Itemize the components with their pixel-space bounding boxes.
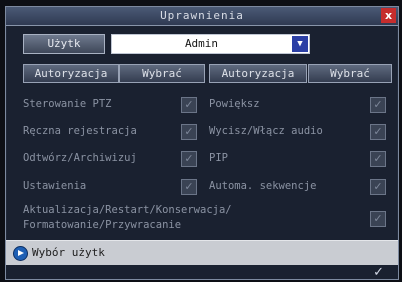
perm-checkbox-playback[interactable]: ✓ xyxy=(181,151,197,167)
ok-button[interactable]: ✓ xyxy=(373,265,384,280)
title-bar: Uprawnienia x xyxy=(6,7,398,26)
footer xyxy=(6,265,398,279)
perm-checkbox-maintenance[interactable]: ✓ xyxy=(370,211,386,227)
user-dropdown-value: Admin xyxy=(184,37,219,50)
info-arrow-icon xyxy=(13,246,28,261)
close-button[interactable]: x xyxy=(381,8,396,23)
perm-checkbox-ptz[interactable]: ✓ xyxy=(181,97,197,113)
dialog-title: Uprawnienia xyxy=(160,9,244,22)
perm-label-sequence: Automa. sekwencje xyxy=(209,180,317,192)
perm-label-maintenance-line1: Aktualizacja/Restart/Konserwacja/ xyxy=(23,204,232,216)
chevron-down-icon[interactable]: ▼ xyxy=(292,36,308,52)
user-dropdown[interactable]: Admin ▼ xyxy=(111,34,310,54)
perm-label-maintenance-line2: Formatowanie/Przywracanie xyxy=(23,219,182,231)
perm-checkbox-pip[interactable]: ✓ xyxy=(370,151,386,167)
perm-label-pip: PIP xyxy=(209,152,228,164)
user-button[interactable]: Użytk xyxy=(23,34,105,54)
perm-label-manual-record: Ręczna rejestracja xyxy=(23,125,137,137)
status-text: Wybór użytk xyxy=(32,246,105,259)
perm-checkbox-zoom[interactable]: ✓ xyxy=(370,97,386,113)
perm-checkbox-settings[interactable]: ✓ xyxy=(181,179,197,195)
select-all-button-left[interactable]: Wybrać xyxy=(119,64,205,83)
perm-label-settings: Ustawienia xyxy=(23,180,87,192)
perm-label-ptz: Sterowanie PTZ xyxy=(23,98,112,110)
perm-checkbox-manual-record[interactable]: ✓ xyxy=(181,124,197,140)
select-all-button-right[interactable]: Wybrać xyxy=(308,64,392,83)
perm-label-playback: Odtwórz/Archiwizuj xyxy=(23,152,137,164)
authorize-button-left[interactable]: Autoryzacja xyxy=(23,64,119,83)
perm-checkbox-sequence[interactable]: ✓ xyxy=(370,179,386,195)
perm-label-zoom: Powiększ xyxy=(209,98,260,110)
perm-label-audio: Wycisz/Włącz audio xyxy=(209,125,323,137)
permissions-dialog: Uprawnienia x Użytk Admin ▼ Autoryzacja … xyxy=(5,6,399,280)
status-bar: Wybór użytk xyxy=(6,240,398,265)
authorize-button-right[interactable]: Autoryzacja xyxy=(209,64,307,83)
perm-checkbox-audio[interactable]: ✓ xyxy=(370,124,386,140)
